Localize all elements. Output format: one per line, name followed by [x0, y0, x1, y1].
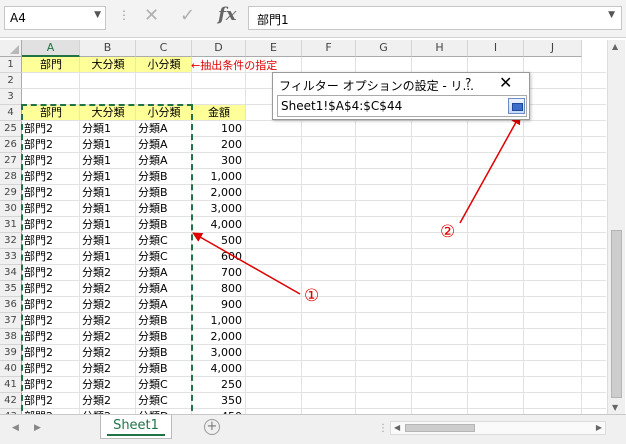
arrow-two	[459, 114, 521, 224]
horizontal-scroll-thumb[interactable]	[405, 424, 475, 432]
dialog-title: フィルター オプションの設定 - リ...	[279, 79, 474, 93]
vertical-scroll-thumb[interactable]	[611, 230, 622, 398]
scroll-up-icon[interactable]: ▲	[612, 42, 618, 51]
scroll-left-icon[interactable]: ◀	[394, 423, 400, 432]
sheet-tab[interactable]: Sheet1	[100, 415, 172, 439]
expand-dialog-icon[interactable]	[508, 98, 525, 114]
filter-options-dialog[interactable]: フィルター オプションの設定 - リ... ? ✕ Sheet1!$A$4:$C…	[272, 72, 530, 120]
scroll-right-icon[interactable]: ▶	[596, 423, 602, 432]
annotation-arrows	[192, 114, 521, 295]
vertical-scrollbar[interactable]: ▲ ▼	[607, 40, 625, 414]
plus-icon[interactable]: +	[204, 419, 220, 435]
close-button[interactable]: ✕	[499, 73, 512, 92]
range-input[interactable]: Sheet1!$A$4:$C$44	[277, 95, 527, 117]
prev-sheet-icon[interactable]: ◀	[12, 423, 19, 433]
help-button[interactable]: ?	[465, 76, 471, 90]
annotation-marker-one: ①	[304, 286, 320, 306]
sheet-tab-bar: ◀ ▶ Sheet1 + ⋮ ◀ ▶	[0, 414, 626, 444]
arrow-one	[192, 232, 301, 295]
range-input-value: Sheet1!$A$4:$C$44	[281, 99, 403, 113]
annotation-marker-two: ②	[440, 222, 456, 242]
tab-split-grip[interactable]: ⋮	[378, 423, 388, 434]
scroll-down-icon[interactable]: ▼	[612, 403, 618, 412]
next-sheet-icon[interactable]: ▶	[34, 423, 41, 433]
horizontal-scrollbar[interactable]: ◀ ▶	[390, 421, 606, 435]
